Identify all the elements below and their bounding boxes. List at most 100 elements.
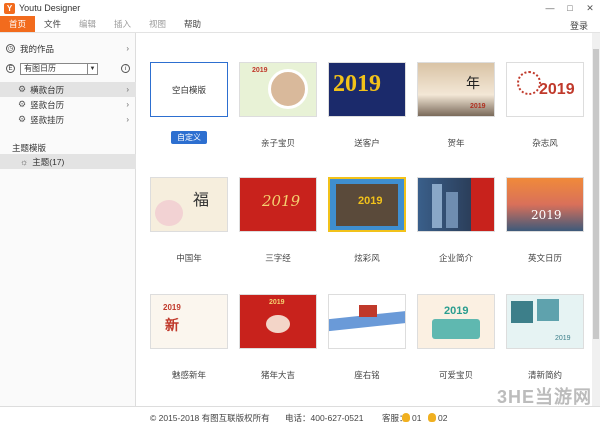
thumb-year: 2019 [333, 71, 381, 97]
template-thumbnail[interactable]: 空白模版 [150, 62, 228, 117]
custom-button[interactable]: 自定义 [171, 131, 207, 144]
template-thumbnail[interactable]: 2019 [239, 62, 317, 117]
close-icon[interactable]: ✕ [580, 0, 600, 16]
clock-icon: ◷ [6, 44, 15, 53]
template-thumbnail[interactable]: 2019 [506, 294, 584, 349]
template-card[interactable]: 2019 可爱宝贝 [417, 294, 495, 381]
template-thumbnail[interactable]: 2019 新 [150, 294, 228, 349]
template-label: 杂志风 [532, 138, 558, 148]
template-card[interactable]: 座右铭 [328, 294, 406, 381]
template-thumbnail[interactable]: 2019 [506, 177, 584, 232]
template-card[interactable]: 2019 新 魅感新年 [150, 294, 228, 381]
thumb-year: 2019 [470, 103, 486, 110]
template-thumbnail[interactable]: 2019 [239, 177, 317, 232]
qq-icon [402, 412, 410, 422]
template-thumbnail[interactable]: 2019 [506, 62, 584, 117]
template-card[interactable]: 2019 炫彩风 [328, 177, 406, 264]
phone-text: 电话：400-627-0521 [285, 412, 364, 423]
sidebar-item-my-works[interactable]: ◷ 我的作品 › [0, 41, 136, 56]
template-thumbnail[interactable]: 2019 [239, 294, 317, 349]
photo-tile [511, 301, 533, 323]
template-thumbnail[interactable]: 2019 [328, 177, 406, 232]
thumb-year: 2019 [539, 81, 575, 98]
thumb-year: 2019 [555, 335, 571, 342]
sidebar-item-horizontal-desk[interactable]: ⚙ 横款台历 › [0, 82, 136, 97]
calligraphy-mark: 福 [193, 190, 210, 209]
menu-home[interactable]: 首页 [0, 16, 35, 32]
template-label: 企业简介 [438, 253, 473, 263]
template-label: 贺年 [447, 138, 465, 148]
template-card[interactable]: 2019 送客户 [328, 62, 406, 149]
sidebar-item-label: 横款台历 [30, 84, 65, 95]
template-card[interactable]: 2019 英文日历 [506, 177, 584, 264]
template-card[interactable]: 2019 清新简约 [506, 294, 584, 381]
sidebar-item-vertical-wall[interactable]: ⚙ 竖款挂历 › [0, 112, 136, 127]
app-title: Youtu Designer [19, 3, 81, 13]
building-decor [446, 192, 458, 228]
qq-service-1[interactable]: 01 [402, 412, 421, 423]
calendar-type-select[interactable]: 有图日历 ▼ [20, 62, 98, 75]
theme-icon: ☼ [20, 156, 29, 167]
login-link[interactable]: 登录 [570, 19, 588, 32]
calendar-icon: E [6, 64, 15, 73]
chevron-down-icon: ▼ [87, 63, 97, 74]
menu-insert[interactable]: 插入 [105, 16, 140, 32]
calligraphy-mark: 新 [165, 317, 179, 333]
template-card[interactable]: 2019 杂志风 [506, 62, 584, 149]
decor-circle [517, 71, 541, 95]
info-icon[interactable]: i [121, 64, 130, 73]
template-card[interactable]: 2019 猪年大吉 [239, 294, 317, 381]
chevron-right-icon: › [126, 115, 129, 124]
template-thumbnail[interactable]: 2019 [417, 294, 495, 349]
menu-edit[interactable]: 编辑 [70, 16, 105, 32]
menu-file[interactable]: 文件 [35, 16, 70, 32]
pig-decor [266, 315, 290, 333]
template-grid: 空白模版 自定义 2019 亲子宝贝 2019 送客户 年 2019 贺年 20… [137, 33, 592, 406]
sidebar: ◷ 我的作品 › E 有图日历 ▼ i ⚙ 横款台历 › ⚙ 竖款台历 › ⚙ … [0, 33, 136, 406]
thumb-year: 2019 [262, 192, 301, 210]
building-decor [432, 184, 442, 228]
chevron-right-icon: › [126, 44, 129, 53]
template-label: 炫彩风 [354, 253, 380, 263]
sidebar-item-theme[interactable]: ☼ 主题(17) [0, 154, 136, 169]
template-card[interactable]: 2019 三字经 [239, 177, 317, 264]
template-thumbnail[interactable]: 福 [150, 177, 228, 232]
thumb-year: 2019 [531, 208, 562, 222]
blank-template-text: 空白模版 [171, 84, 206, 95]
thumb-year: 2019 [444, 305, 469, 317]
calendar-type-row: E 有图日历 ▼ i [0, 61, 136, 76]
menu-view[interactable]: 视图 [140, 16, 175, 32]
template-thumbnail[interactable]: 年 2019 [417, 62, 495, 117]
title-bar: Y Youtu Designer — □ ✕ [0, 0, 600, 16]
template-card-blank[interactable]: 空白模版 自定义 [150, 62, 228, 144]
template-label: 亲子宝贝 [260, 138, 295, 148]
maximize-icon[interactable]: □ [560, 0, 580, 16]
vertical-scrollbar[interactable] [592, 33, 600, 406]
qq-service-2[interactable]: 02 [428, 412, 447, 423]
template-label: 清新简约 [527, 370, 562, 380]
window-controls: — □ ✕ [540, 0, 600, 16]
copyright-text: © 2015-2018 有图互联版权所有 [150, 412, 270, 423]
sidebar-item-label: 竖款挂历 [30, 114, 65, 125]
calendar-type-value: 有图日历 [24, 64, 56, 73]
scrollbar-thumb[interactable] [593, 49, 599, 339]
thumb-year: 2019 [252, 67, 268, 74]
gear-icon: ⚙ [18, 114, 27, 124]
qq-icon [428, 412, 436, 422]
flower-decor [155, 200, 183, 226]
template-thumbnail[interactable]: 2019 [328, 62, 406, 117]
sidebar-item-vertical-desk[interactable]: ⚙ 竖款台历 › [0, 97, 136, 112]
app-logo-icon: Y [4, 2, 15, 14]
template-card[interactable]: 年 2019 贺年 [417, 62, 495, 149]
template-card[interactable]: 福 中国年 [150, 177, 228, 264]
thumb-year: 2019 [163, 303, 181, 312]
minimize-icon[interactable]: — [540, 0, 560, 16]
menu-help[interactable]: 帮助 [175, 16, 210, 32]
template-thumbnail[interactable] [328, 294, 406, 349]
template-label: 猪年大吉 [260, 370, 295, 380]
thumb-year: 2019 [269, 299, 285, 306]
template-label: 送客户 [354, 138, 380, 148]
template-thumbnail[interactable] [417, 177, 495, 232]
template-card[interactable]: 企业简介 [417, 177, 495, 264]
template-card[interactable]: 2019 亲子宝贝 [239, 62, 317, 149]
